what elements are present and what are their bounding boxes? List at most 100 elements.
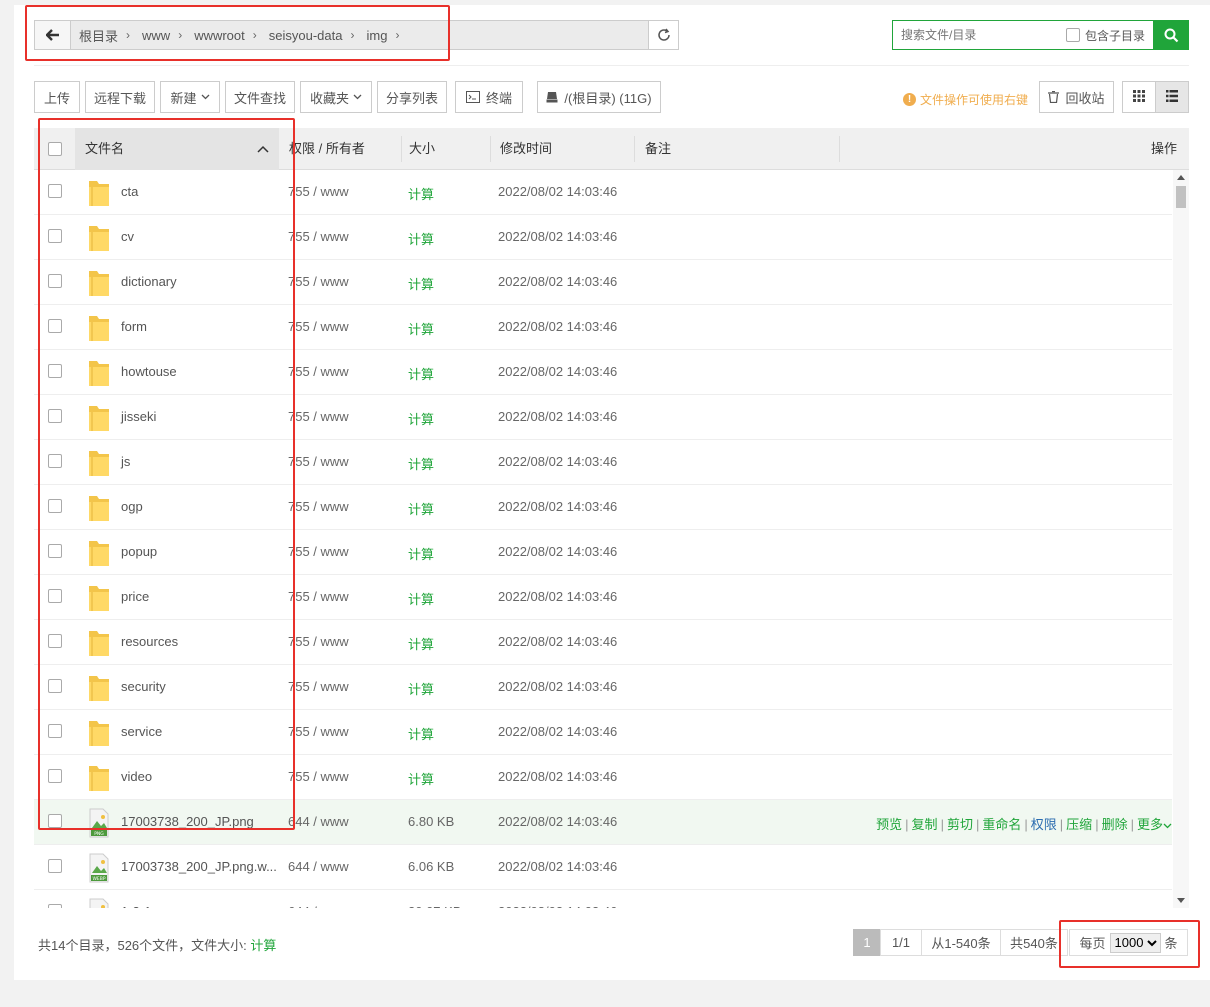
file-perm[interactable]: 755 / www (288, 229, 349, 244)
separator: | (1059, 817, 1064, 832)
refresh-button[interactable] (648, 21, 678, 49)
svg-text:WEBP: WEBP (92, 876, 105, 882)
scroll-down-icon[interactable] (1177, 898, 1185, 903)
file-perm[interactable]: 644 / www (288, 859, 349, 874)
context-menu-tip: ! 文件操作可使用右键 (903, 91, 1028, 108)
file-perm[interactable]: 755 / www (288, 589, 349, 604)
page-total: 共540条 (1000, 929, 1068, 956)
row-action-6[interactable]: 删除 (1102, 817, 1128, 832)
page-count: 1/1 (880, 929, 922, 956)
table-row[interactable]: PNG 1-2-1... 644 / www 20.07 KB 2022/08/02 1… (34, 890, 1172, 908)
file-size[interactable]: 计算 (408, 589, 434, 608)
file-size[interactable]: 计算 (408, 274, 434, 293)
include-subdir-label: 包含子目录 (1084, 28, 1145, 43)
file-perm[interactable]: 755 / www (288, 544, 349, 559)
file-perm[interactable]: 644 / www (288, 814, 349, 829)
disk-label: /(根目录) (11G) (564, 90, 652, 106)
row-checkbox[interactable] (48, 904, 62, 908)
annotation-box-filenames (38, 118, 295, 830)
column-mtime[interactable]: 修改时间 (500, 128, 552, 170)
file-mtime: 2022/08/02 14:03:46 (498, 364, 618, 379)
file-perm[interactable]: 755 / www (288, 769, 349, 784)
file-size[interactable]: 计算 (408, 364, 434, 383)
separator: | (905, 817, 909, 832)
disk-button[interactable]: /(根目录) (11G) (537, 81, 661, 113)
file-mtime: 2022/08/02 14:03:46 (498, 229, 618, 244)
column-perm[interactable]: 权限 / 所有者 (289, 128, 365, 170)
file-perm[interactable]: 755 / www (288, 724, 349, 739)
file-search-button[interactable]: 文件查找 (225, 81, 295, 113)
upload-button[interactable]: 上传 (34, 81, 80, 113)
file-perm[interactable]: 644 / www (288, 904, 349, 908)
file-perm[interactable]: 755 / www (288, 184, 349, 199)
file-name[interactable]: 17003738_200_JP.png.w... (121, 859, 277, 874)
file-perm[interactable]: 755 / www (288, 679, 349, 694)
column-divider (401, 136, 402, 162)
row-action-0[interactable]: 预览 (876, 817, 902, 832)
checkbox[interactable] (1065, 28, 1080, 42)
file-perm[interactable]: 755 / www (288, 364, 349, 379)
table-row[interactable]: WEBP 17003738_200_JP.png.w... 644 / www 6.0… (34, 845, 1172, 890)
file-perm[interactable]: 755 / www (288, 499, 349, 514)
file-name[interactable]: 1-2-1... (121, 904, 162, 908)
scroll-thumb[interactable] (1176, 186, 1186, 208)
separator: | (940, 817, 944, 832)
webp-file-icon: WEBP (88, 853, 110, 886)
file-perm[interactable]: 755 / www (288, 634, 349, 649)
row-action-4[interactable]: 权限 (1031, 817, 1057, 832)
png-file-icon: PNG (88, 898, 110, 908)
new-label: 新建 (170, 90, 197, 106)
list-view-button[interactable] (1155, 81, 1189, 113)
search-button[interactable] (1153, 20, 1189, 50)
file-size[interactable]: 计算 (408, 769, 434, 788)
column-divider (634, 136, 635, 162)
row-action-1[interactable]: 复制 (912, 817, 938, 832)
recycle-bin-button[interactable]: 回收站 (1039, 81, 1114, 113)
file-mtime: 2022/08/02 14:03:46 (498, 634, 618, 649)
file-perm[interactable]: 755 / www (288, 454, 349, 469)
row-checkbox[interactable] (48, 859, 62, 873)
file-size[interactable]: 计算 (408, 499, 434, 518)
grid-view-button[interactable] (1122, 81, 1156, 113)
row-action-2[interactable]: 剪切 (947, 817, 973, 832)
file-mtime: 2022/08/02 14:03:46 (498, 274, 618, 289)
row-action-3[interactable]: 重命名 (982, 817, 1021, 832)
remote-download-label: 远程下载 (93, 90, 146, 106)
file-mtime: 2022/08/02 14:03:46 (498, 724, 618, 739)
favorites-button[interactable]: 收藏夹 (300, 81, 372, 113)
tip-text: 文件操作可使用右键 (920, 93, 1029, 107)
file-size[interactable]: 计算 (408, 679, 434, 698)
file-mtime: 2022/08/02 14:03:46 (498, 184, 618, 199)
file-perm[interactable]: 755 / www (288, 319, 349, 334)
vertical-scrollbar[interactable] (1173, 170, 1189, 908)
file-mtime: 2022/08/02 14:03:46 (498, 814, 618, 829)
file-size: 20.07 KB (408, 904, 462, 908)
row-action-5[interactable]: 压缩 (1066, 817, 1092, 832)
file-size[interactable]: 计算 (408, 319, 434, 338)
column-size[interactable]: 大小 (409, 128, 435, 170)
file-size[interactable]: 计算 (408, 229, 434, 248)
file-mtime: 2022/08/02 14:03:46 (498, 904, 617, 908)
calc-size-link[interactable]: 计算 (250, 938, 276, 953)
file-size[interactable]: 计算 (408, 724, 434, 743)
refresh-icon (657, 28, 670, 41)
terminal-button[interactable]: 终端 (455, 81, 523, 113)
row-action-7[interactable]: 更多 (1137, 817, 1163, 832)
share-list-button[interactable]: 分享列表 (377, 81, 447, 113)
search-box: 包含子目录 (892, 20, 1189, 50)
file-size[interactable]: 计算 (408, 454, 434, 473)
file-mtime: 2022/08/02 14:03:46 (498, 499, 618, 514)
scroll-up-icon[interactable] (1177, 175, 1185, 180)
file-size[interactable]: 计算 (408, 544, 434, 563)
file-perm[interactable]: 755 / www (288, 274, 349, 289)
remote-download-button[interactable]: 远程下载 (85, 81, 155, 113)
file-size[interactable]: 计算 (408, 409, 434, 428)
file-size[interactable]: 计算 (408, 184, 434, 203)
file-perm[interactable]: 755 / www (288, 409, 349, 424)
file-search-label: 文件查找 (233, 90, 286, 106)
file-size[interactable]: 计算 (408, 634, 434, 653)
page-current[interactable]: 1 (853, 929, 881, 956)
new-button[interactable]: 新建 (160, 81, 220, 113)
search-input[interactable] (893, 21, 1066, 49)
include-subdir-checkbox[interactable]: 包含子目录 (1065, 27, 1145, 44)
